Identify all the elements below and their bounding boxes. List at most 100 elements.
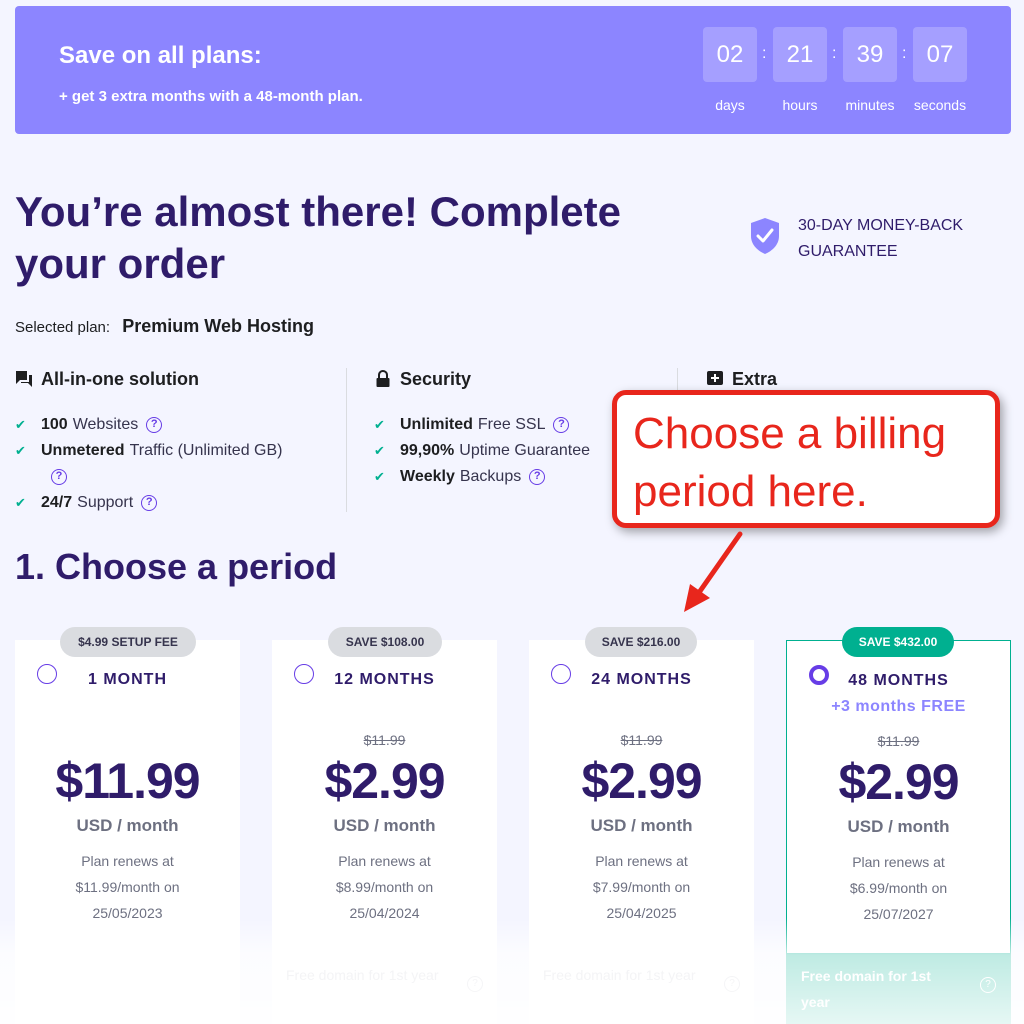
help-icon[interactable]: ? [529, 469, 546, 485]
renewal-line: Plan renews at [81, 853, 174, 869]
feature-text: Free SSL [477, 416, 546, 433]
plan-unit: USD / month [76, 816, 179, 835]
help-icon[interactable]: ? [724, 976, 740, 992]
plan-price: $2.99 [581, 753, 702, 809]
timer-days-value: 02 [703, 27, 757, 82]
help-icon[interactable]: ? [553, 417, 570, 433]
feature-bold: 24/7 [41, 494, 73, 511]
feature-text: Support [77, 494, 134, 511]
plan-unit: USD / month [847, 817, 950, 836]
section-title: 1. Choose a period [15, 546, 338, 587]
help-icon[interactable]: ? [51, 469, 67, 485]
renewal-line: $7.99/month on [592, 879, 691, 895]
feature-column-extra: Extra [706, 366, 777, 392]
callout-line: Choose a billing [633, 409, 947, 458]
callout-line: period here. [633, 467, 868, 516]
feature-text: Websites [72, 416, 139, 433]
plan-card-12-months[interactable]: 12 MONTHS $11.99 $2.99 USD / month Plan … [272, 640, 497, 1024]
feature-bold: 100 [41, 416, 68, 433]
feature-text: Backups [459, 468, 522, 485]
timer-separator: : [762, 45, 767, 62]
money-back-guarantee: 30-DAY MONEY-BACK GUARANTEE [748, 210, 998, 270]
plan-badge: $4.99 SETUP FEE [60, 627, 196, 657]
renewal-line: Plan renews at [852, 854, 945, 870]
timer-separator: : [832, 45, 837, 62]
renewal-line: Plan renews at [595, 853, 688, 869]
callout-arrow-icon [684, 531, 743, 612]
selected-plan: Selected plan: Premium Web Hosting [15, 316, 314, 337]
check-icon: ✔ [374, 443, 385, 458]
plan-renewal: Plan renews at $11.99/month on 25/05/202… [15, 848, 240, 926]
plan-old-price: $11.99 [620, 732, 663, 748]
plan-card-1-month[interactable]: 1 MONTH $11.99 USD / month Plan renews a… [15, 640, 240, 1024]
feature-divider [346, 368, 347, 512]
plan-card-24-months[interactable]: 24 MONTHS $11.99 $2.99 USD / month Plan … [529, 640, 754, 1024]
plan-unit: USD / month [590, 816, 693, 835]
check-icon: ✔ [374, 469, 385, 484]
timer-minutes-label: minutes [845, 97, 895, 113]
plan-old-price: $11.99 [363, 732, 406, 748]
feature-item: ✔ 100 Websites ? [15, 412, 283, 438]
plus-box-icon [707, 371, 723, 385]
feature-item: ✔ Unmetered Traffic (Unlimited GB) [15, 438, 283, 464]
plan-renewal: Plan renews at $8.99/month on 25/04/2024 [272, 848, 497, 926]
feature-heading: All-in-one solution [15, 366, 283, 392]
renewal-line: $11.99/month on [75, 879, 180, 895]
free-domain-text: Free domain for 1st year [801, 968, 931, 1010]
renewal-line: 25/04/2025 [606, 905, 677, 921]
annotation-callout: Choose a billing period here. [612, 390, 1000, 528]
free-domain-text: Free domain for 1st year [286, 967, 439, 983]
feature-bold: Unlimited [400, 416, 473, 433]
banner-subtitle: + get 3 extra months with a 48-month pla… [59, 88, 363, 105]
timer-hours-value: 21 [773, 27, 827, 82]
guarantee-line: 30-DAY MONEY-BACK [798, 217, 964, 234]
feature-item: ✔ 99,90% Uptime Guarantee [374, 438, 590, 464]
help-icon[interactable]: ? [980, 977, 996, 993]
check-icon: ✔ [374, 417, 385, 432]
feature-item: ✔ Weekly Backups ? [374, 464, 590, 490]
renewal-line: Plan renews at [338, 853, 431, 869]
check-icon: ✔ [15, 495, 26, 510]
selected-plan-label: Selected plan: [15, 319, 111, 336]
plan-price: $2.99 [324, 753, 445, 809]
timer-seconds-label: seconds [913, 97, 967, 113]
check-icon: ✔ [15, 443, 26, 458]
feature-bold: Unmetered [41, 442, 125, 459]
feature-heading-label: Security [400, 368, 472, 389]
free-domain-text: Free domain for 1st year [543, 967, 696, 983]
feature-bold: 99,90% [400, 442, 455, 459]
timer-minutes-value: 39 [843, 27, 897, 82]
help-icon[interactable]: ? [467, 976, 483, 992]
renewal-line: 25/04/2024 [349, 905, 420, 921]
page-title: You’re almost there! Complete your order [15, 188, 622, 287]
plan-price: $2.99 [838, 754, 959, 810]
help-icon[interactable]: ? [146, 417, 163, 433]
plan-badge: SAVE $108.00 [328, 627, 442, 657]
plan-badge: SAVE $432.00 [842, 627, 954, 657]
plan-renewal: Plan renews at $7.99/month on 25/04/2025 [529, 848, 754, 926]
help-icon[interactable]: ? [141, 495, 158, 511]
plan-bonus: +3 months FREE [831, 698, 966, 715]
lock-icon [376, 370, 390, 387]
plan-card-48-months[interactable]: 48 MONTHS +3 months FREE $11.99 $2.99 US… [786, 640, 1011, 1024]
feature-heading: Security [374, 366, 590, 392]
banner-title: Save on all plans: [59, 42, 262, 69]
callout-text: Choose a billing period here. [633, 405, 946, 521]
plan-badge: SAVE $216.00 [585, 627, 697, 657]
timer-seconds-value: 07 [913, 27, 967, 82]
feature-item-help-row: ? [15, 464, 283, 490]
plan-old-price: $11.99 [877, 733, 920, 749]
plan-period: 1 MONTH [88, 671, 167, 688]
shield-check-icon [751, 218, 779, 254]
renewal-line: $6.99/month on [849, 880, 948, 896]
feature-item: ✔ Unlimited Free SSL ? [374, 412, 590, 438]
plan-period: 12 MONTHS [334, 671, 435, 688]
renewal-line: 25/07/2027 [863, 906, 934, 922]
feature-heading-label: All-in-one solution [41, 368, 199, 389]
plan-period: 48 MONTHS [848, 672, 949, 689]
timer-separator: : [902, 45, 907, 62]
feature-heading: Extra [706, 366, 777, 392]
feature-item: ✔ 24/7 Support ? [15, 490, 283, 516]
chat-icon [16, 371, 32, 387]
renewal-line: $8.99/month on [335, 879, 434, 895]
